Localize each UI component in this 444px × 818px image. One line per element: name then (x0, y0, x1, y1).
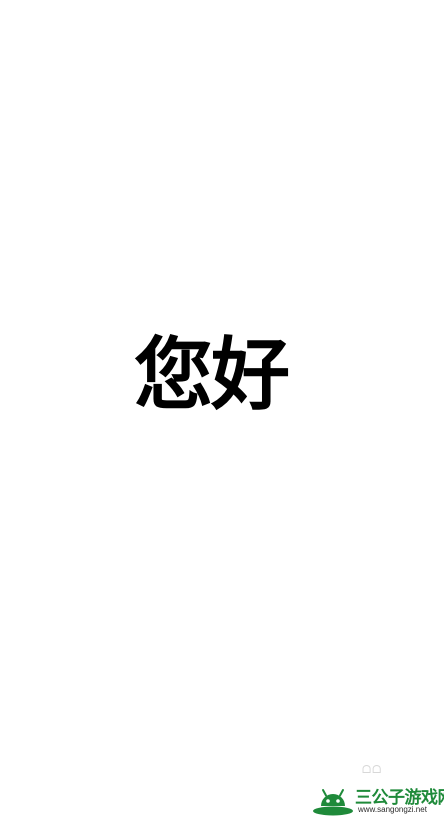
android-robot-icon (313, 789, 353, 816)
site-watermark: 三公子游戏网 www.sangongzi.net (312, 779, 444, 818)
greeting-text: 您好 (134, 329, 290, 421)
faint-watermark-mark: ᗝᗝ (362, 763, 383, 776)
brand-url: www.sangongzi.net (358, 805, 427, 814)
app-screen: 您好 ᗝᗝ 三公子游戏网 www.sangongzi.net (0, 0, 444, 818)
